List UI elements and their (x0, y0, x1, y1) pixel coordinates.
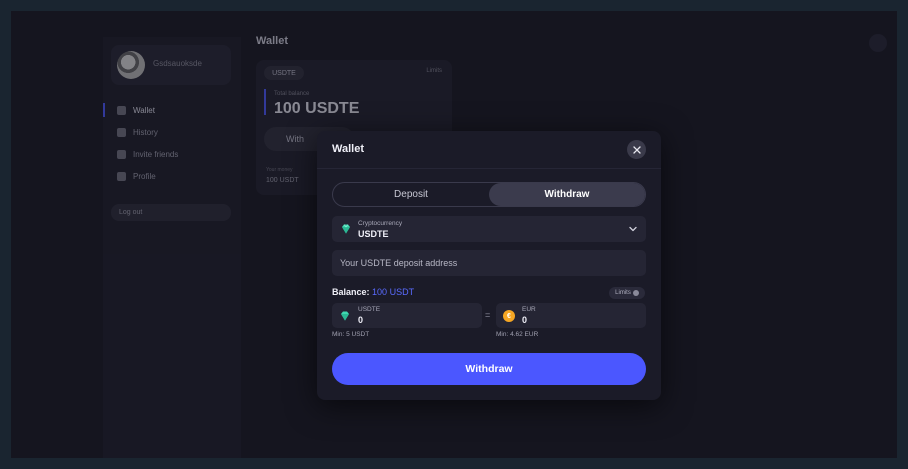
wallet-icon (117, 105, 126, 115)
cryptocurrency-select[interactable]: Cryptocurrency USDTE (332, 216, 646, 242)
balance-label: Balance: (332, 287, 370, 297)
sidebar-item-label: Wallet (133, 105, 155, 115)
to-min-text: Min: 4.62 EUR (496, 331, 539, 338)
cryptocurrency-value: USDTE (358, 229, 389, 239)
deposit-withdraw-tabs: Deposit Withdraw (332, 182, 646, 207)
from-amount-field[interactable]: USDTE 0 (332, 303, 482, 328)
history-icon (117, 127, 126, 137)
info-icon (632, 290, 639, 296)
modal-title: Wallet (332, 143, 364, 155)
chevron-down-icon (629, 226, 637, 232)
tab-withdraw[interactable]: Withdraw (489, 183, 645, 206)
total-balance-label: Total balance (274, 91, 310, 97)
header-action-button[interactable] (869, 34, 887, 52)
invite-icon (117, 149, 126, 159)
euro-icon: € (503, 310, 515, 322)
sidebar-item-wallet[interactable]: Wallet (103, 99, 241, 121)
app-frame: Gsdsauoksde Wallet History Invite friend… (11, 11, 897, 458)
sidebar-item-history[interactable]: History (103, 121, 241, 143)
to-amount-field[interactable]: € EUR 0 (496, 303, 646, 328)
equals-sign: = (485, 310, 491, 320)
close-button[interactable] (627, 140, 646, 159)
from-currency-label: USDTE (358, 306, 381, 313)
profile-name: Gsdsauoksde (153, 59, 202, 68)
balance-row: Balance: 100 USDT (332, 287, 414, 297)
cryptocurrency-label: Cryptocurrency (358, 220, 403, 227)
user-icon (117, 171, 126, 181)
sidebar-nav: Wallet History Invite friends Profile (103, 99, 241, 187)
your-money-label: Your money (266, 167, 293, 173)
page-title: Wallet (256, 35, 288, 47)
deposit-address-input[interactable] (332, 250, 646, 276)
gem-icon (342, 224, 350, 234)
sidebar-item-invite-friends[interactable]: Invite friends (103, 143, 241, 165)
sidebar-item-label: Invite friends (133, 149, 179, 159)
withdraw-card-label: With (286, 134, 304, 144)
sidebar-item-profile[interactable]: Profile (103, 165, 241, 187)
your-money-value: 100 USDT (266, 177, 299, 184)
gem-icon (341, 311, 349, 321)
limits-button[interactable]: Limits (609, 287, 645, 299)
balance-value: 100 USDT (372, 287, 415, 297)
sidebar-item-label: Profile (133, 171, 156, 181)
withdraw-button[interactable]: Withdraw (332, 353, 646, 385)
tab-deposit[interactable]: Deposit (333, 183, 489, 206)
limits-label: Limits (615, 290, 631, 296)
wallet-modal: Wallet Deposit Withdraw Cryptocurrency U… (317, 131, 661, 400)
sidebar: Gsdsauoksde Wallet History Invite friend… (103, 37, 241, 458)
modal-header: Wallet (317, 131, 661, 169)
avatar (117, 51, 145, 79)
total-balance-value: 100 USDTE (274, 100, 360, 117)
from-amount-value: 0 (358, 315, 364, 325)
close-icon (632, 145, 641, 154)
logout-label: Log out (119, 209, 143, 216)
from-min-text: Min: 5 USDT (332, 331, 370, 338)
to-currency-label: EUR (522, 306, 536, 313)
sidebar-item-label: History (133, 127, 158, 137)
currency-dropdown[interactable]: USDTE (264, 66, 304, 80)
to-amount-value: 0 (522, 315, 528, 325)
currency-value: USDTE (272, 69, 296, 77)
balance-accent-bar (264, 89, 266, 115)
limits-link[interactable]: Limits (426, 68, 442, 74)
logout-button[interactable]: Log out (111, 204, 231, 221)
profile-card[interactable]: Gsdsauoksde (111, 45, 231, 85)
